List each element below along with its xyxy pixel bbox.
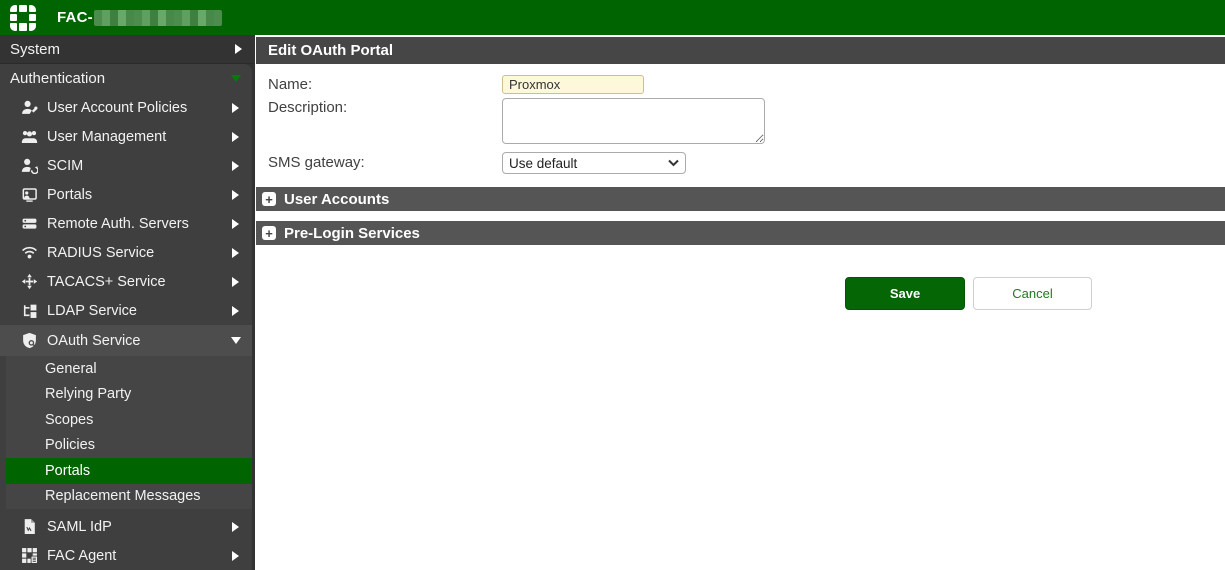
chevron-right-icon xyxy=(232,277,239,287)
user-group-icon xyxy=(21,128,38,145)
sidebar-item-label: LDAP Service xyxy=(47,303,137,319)
sidebar-item-user-management[interactable]: User Management xyxy=(0,122,252,151)
top-bar: FAC- xyxy=(0,0,1225,35)
fortiauthenticator-app: FAC- System Authentication User Account … xyxy=(0,0,1225,570)
sidebar-item-scim[interactable]: SCIM xyxy=(0,151,252,180)
sms-gateway-label: SMS gateway: xyxy=(268,154,365,171)
sidebar-item-ldap-service[interactable]: LDAP Service xyxy=(0,296,252,325)
sidebar-subitem-portals[interactable]: Portals xyxy=(6,458,252,484)
sidebar-item-remote-auth-servers[interactable]: Remote Auth. Servers xyxy=(0,209,252,238)
sidebar-item-authentication[interactable]: Authentication xyxy=(0,64,252,93)
sms-gateway-select[interactable]: Use default xyxy=(502,152,686,174)
brand-label: FAC- xyxy=(57,9,93,26)
chevron-down-icon xyxy=(231,75,241,82)
page-title-bar: Edit OAuth Portal xyxy=(256,37,1225,64)
agent-grid-icon xyxy=(21,547,38,564)
sidebar-item-label: FAC Agent xyxy=(47,548,116,564)
sidebar-item-radius-service[interactable]: RADIUS Service xyxy=(0,238,252,267)
section-user-accounts[interactable]: + User Accounts xyxy=(256,187,1225,211)
sidebar-subitem-replacement-messages[interactable]: Replacement Messages xyxy=(6,484,252,510)
sidebar-item-label: User Account Policies xyxy=(47,100,187,116)
name-input[interactable] xyxy=(502,75,644,94)
cancel-button[interactable]: Cancel xyxy=(973,277,1092,310)
sidebar-subitem-label: Replacement Messages xyxy=(45,488,201,504)
chevron-right-icon xyxy=(232,248,239,258)
chevron-down-icon xyxy=(231,337,241,344)
sidebar-item-label: Portals xyxy=(47,187,92,203)
sidebar-item-oauth-service[interactable]: OAuth Service xyxy=(0,325,252,356)
chevron-right-icon xyxy=(232,132,239,142)
chevron-right-icon xyxy=(235,44,242,54)
sidebar-item-label: System xyxy=(10,41,60,58)
page-title: Edit OAuth Portal xyxy=(268,42,393,59)
user-sync-icon xyxy=(21,157,38,174)
sidebar-subitem-general[interactable]: General xyxy=(6,356,252,382)
section-label: Pre-Login Services xyxy=(284,225,420,242)
sidebar-item-tacacs-service[interactable]: TACACS+ Service xyxy=(0,267,252,296)
sidebar-item-label: Authentication xyxy=(10,70,105,87)
name-label: Name: xyxy=(268,76,312,93)
wifi-icon xyxy=(21,244,38,261)
sidebar-item-label: SCIM xyxy=(47,158,83,174)
sidebar-item-label: RADIUS Service xyxy=(47,245,154,261)
sidebar-subitem-label: Relying Party xyxy=(45,386,131,402)
sidebar-item-saml-idp[interactable]: SAML IdP xyxy=(0,512,252,541)
save-button[interactable]: Save xyxy=(845,277,965,310)
expand-plus-icon[interactable]: + xyxy=(262,226,276,240)
sidebar-subitem-label: Portals xyxy=(45,463,90,479)
sidebar-item-fac-agent[interactable]: FAC Agent xyxy=(0,541,252,570)
portal-monitor-icon xyxy=(21,186,38,203)
description-textarea[interactable] xyxy=(502,98,765,144)
sidebar-item-user-account-policies[interactable]: User Account Policies xyxy=(0,93,252,122)
sidebar-item-label: Remote Auth. Servers xyxy=(47,216,189,232)
chevron-right-icon xyxy=(232,219,239,229)
hierarchy-icon xyxy=(21,302,38,319)
chevron-right-icon xyxy=(232,103,239,113)
shield-key-icon xyxy=(21,332,38,349)
sidebar-item-portals[interactable]: Portals xyxy=(0,180,252,209)
user-policies-icon xyxy=(21,99,38,116)
authentication-group: Authentication User Account Policies Use… xyxy=(0,64,252,570)
expand-plus-icon[interactable]: + xyxy=(262,192,276,206)
branch-arrows-icon xyxy=(21,273,38,290)
sidebar-item-label: SAML IdP xyxy=(47,519,112,535)
section-pre-login-services[interactable]: + Pre-Login Services xyxy=(256,221,1225,245)
oauth-service-submenu: General Relying Party Scopes Policies Po… xyxy=(6,356,252,509)
section-label: User Accounts xyxy=(284,191,389,208)
sidebar-subitem-scopes[interactable]: Scopes xyxy=(6,407,252,433)
chevron-right-icon xyxy=(232,161,239,171)
chevron-right-icon xyxy=(232,551,239,561)
sidebar: System Authentication User Account Polic… xyxy=(0,35,255,570)
sidebar-subitem-label: Scopes xyxy=(45,412,93,428)
fortinet-grid-logo-icon xyxy=(10,5,36,31)
sidebar-item-label: OAuth Service xyxy=(47,333,141,349)
sidebar-subitem-label: General xyxy=(45,361,97,377)
saml-document-icon xyxy=(21,518,38,535)
sidebar-item-label: TACACS+ Service xyxy=(47,274,166,290)
chevron-right-icon xyxy=(232,306,239,316)
sidebar-subitem-relying-party[interactable]: Relying Party xyxy=(6,382,252,408)
sidebar-subitem-policies[interactable]: Policies xyxy=(6,433,252,459)
sidebar-subitem-label: Policies xyxy=(45,437,95,453)
main-content: Edit OAuth Portal Name: Description: SMS… xyxy=(255,35,1225,570)
chevron-right-icon xyxy=(232,190,239,200)
description-label: Description: xyxy=(268,99,347,116)
sidebar-item-label: User Management xyxy=(47,129,166,145)
chevron-right-icon xyxy=(232,522,239,532)
server-stack-icon xyxy=(21,215,38,232)
redacted-hostname xyxy=(94,10,222,26)
sidebar-item-system[interactable]: System xyxy=(0,35,255,64)
